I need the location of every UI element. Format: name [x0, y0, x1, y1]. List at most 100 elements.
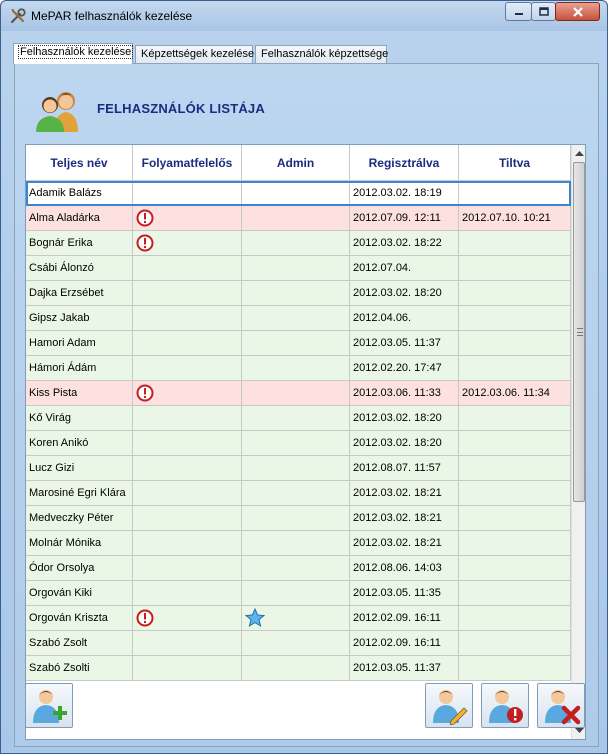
cell-process-owner — [133, 656, 242, 681]
tab-skills[interactable]: Képzettségek kezelése — [135, 45, 255, 64]
cell-process-owner — [133, 231, 242, 256]
cell-registered: 2012.03.05. 11:37 — [350, 656, 459, 681]
delete-user-button[interactable] — [537, 683, 585, 728]
cell-process-owner — [133, 306, 242, 331]
table-row[interactable]: Kiss Pista 2012.03.06. 11:33 2012.03.06. 1… — [26, 381, 571, 406]
cell-process-owner — [133, 381, 242, 406]
cell-registered: 2012.07.04. — [350, 256, 459, 281]
cell-admin — [242, 256, 350, 281]
tab-user-skills[interactable]: Felhasználók képzettsége — [255, 45, 388, 64]
vertical-scrollbar[interactable] — [571, 145, 585, 739]
table-row[interactable]: Gipsz Jakab 2012.04.06. — [26, 306, 571, 331]
ban-user-button[interactable] — [481, 683, 529, 728]
cell-admin — [242, 631, 350, 656]
cell-admin — [242, 181, 350, 206]
cell-name: Medveczky Péter — [26, 506, 133, 531]
tab-skills-label: Képzettségek kezelése — [141, 48, 255, 60]
cell-process-owner — [133, 631, 242, 656]
cell-admin — [242, 406, 350, 431]
minimize-icon — [514, 12, 523, 15]
cell-process-owner — [133, 481, 242, 506]
table-row[interactable]: Szabó Zsolt 2012.02.09. 16:11 — [26, 631, 571, 656]
table-row[interactable]: Marosiné Egri Klára 2012.03.02. 18:21 — [26, 481, 571, 506]
users-icon — [36, 92, 78, 132]
table-row[interactable]: Hamori Adam 2012.03.05. 11:37 — [26, 331, 571, 356]
close-button[interactable] — [555, 2, 600, 21]
cell-banned — [459, 256, 571, 281]
cell-admin — [242, 556, 350, 581]
cell-registered: 2012.04.06. — [350, 306, 459, 331]
close-icon — [572, 6, 583, 17]
column-header-banned[interactable]: Tiltva — [459, 145, 571, 181]
cell-admin — [242, 606, 350, 631]
cell-admin — [242, 481, 350, 506]
cell-name: Lucz Gizi — [26, 456, 133, 481]
alert-circle-icon — [136, 384, 154, 402]
cell-process-owner — [133, 431, 242, 456]
column-header-name[interactable]: Teljes név — [26, 145, 133, 181]
cell-banned — [459, 481, 571, 506]
cell-admin — [242, 331, 350, 356]
cell-name: Alma Aladárka — [26, 206, 133, 231]
cell-registered: 2012.08.06. 14:03 — [350, 556, 459, 581]
cell-admin — [242, 431, 350, 456]
column-header-admin[interactable]: Admin — [242, 145, 350, 181]
table-row[interactable]: Hámori Ádám 2012.02.20. 17:47 — [26, 356, 571, 381]
table-row[interactable]: Orgován Kiki 2012.03.05. 11:35 — [26, 581, 571, 606]
table-row[interactable]: Medveczky Péter 2012.03.02. 18:21 — [26, 506, 571, 531]
cell-banned — [459, 531, 571, 556]
table-row[interactable]: Dajka Erzsébet 2012.03.02. 18:20 — [26, 281, 571, 306]
cell-name: Csábi Álonzó — [26, 256, 133, 281]
cell-registered: 2012.08.07. 11:57 — [350, 456, 459, 481]
cell-registered: 2012.03.02. 18:19 — [350, 181, 459, 206]
table-row[interactable]: Alma Aladárka 2012.07.09. 12:11 2012.07.10… — [26, 206, 571, 231]
alert-circle-icon — [136, 609, 154, 627]
cell-name: Kiss Pista — [26, 381, 133, 406]
maximize-button[interactable] — [531, 2, 556, 21]
title-bar: MePAR felhasználók kezelése — [1, 1, 607, 31]
window-title: MePAR felhasználók kezelése — [31, 9, 193, 23]
cell-name: Ódor Orsolya — [26, 556, 133, 581]
cell-registered: 2012.03.02. 18:20 — [350, 281, 459, 306]
users-panel: FELHASZNÁLÓK LISTÁJA Teljes név Folyamat… — [14, 63, 599, 747]
table-row[interactable]: Orgován Kriszta 2012.02.09. 16:11 — [26, 606, 571, 631]
table-row[interactable]: Csábi Álonzó 2012.07.04. — [26, 256, 571, 281]
table-row[interactable]: Szabó Zsolti 2012.03.05. 11:37 — [26, 656, 571, 681]
scroll-thumb[interactable] — [573, 162, 585, 502]
table-row[interactable]: Adamik Balázs 2012.03.02. 18:19 — [26, 181, 571, 206]
cell-name: Orgován Kriszta — [26, 606, 133, 631]
cell-process-owner — [133, 581, 242, 606]
cell-banned — [459, 331, 571, 356]
cell-admin — [242, 306, 350, 331]
chevron-down-icon — [575, 728, 584, 733]
cell-banned — [459, 231, 571, 256]
scroll-up-button[interactable] — [572, 145, 585, 161]
cell-banned: 2012.07.10. 10:21 — [459, 206, 571, 231]
minimize-button[interactable] — [505, 2, 532, 21]
cell-name: Bognár Erika — [26, 231, 133, 256]
table-row[interactable]: Ódor Orsolya 2012.08.06. 14:03 — [26, 556, 571, 581]
users-table[interactable]: Teljes név Folyamatfelelős Admin Regiszt… — [25, 144, 586, 740]
page-title: FELHASZNÁLÓK LISTÁJA — [97, 101, 265, 116]
cell-banned — [459, 356, 571, 381]
column-header-process-owner[interactable]: Folyamatfelelős — [133, 145, 242, 181]
cell-registered: 2012.03.02. 18:21 — [350, 481, 459, 506]
table-row[interactable]: Koren Anikó 2012.03.02. 18:20 — [26, 431, 571, 456]
cell-registered: 2012.03.02. 18:20 — [350, 406, 459, 431]
edit-user-button[interactable] — [425, 683, 473, 728]
table-row[interactable]: Molnár Mónika 2012.03.02. 18:21 — [26, 531, 571, 556]
column-header-registered[interactable]: Regisztrálva — [350, 145, 459, 181]
cell-admin — [242, 506, 350, 531]
tab-users[interactable]: Felhasználók kezelése — [13, 43, 134, 64]
cell-process-owner — [133, 281, 242, 306]
edit-user-icon — [433, 689, 468, 725]
table-row[interactable]: Kő Virág 2012.03.02. 18:20 — [26, 406, 571, 431]
cell-admin — [242, 281, 350, 306]
add-user-button[interactable] — [25, 683, 73, 728]
cell-name: Kő Virág — [26, 406, 133, 431]
ban-user-icon — [489, 689, 523, 723]
cell-admin — [242, 531, 350, 556]
table-row[interactable]: Lucz Gizi 2012.08.07. 11:57 — [26, 456, 571, 481]
table-row[interactable]: Bognár Erika 2012.03.02. 18:22 — [26, 231, 571, 256]
cell-banned — [459, 306, 571, 331]
